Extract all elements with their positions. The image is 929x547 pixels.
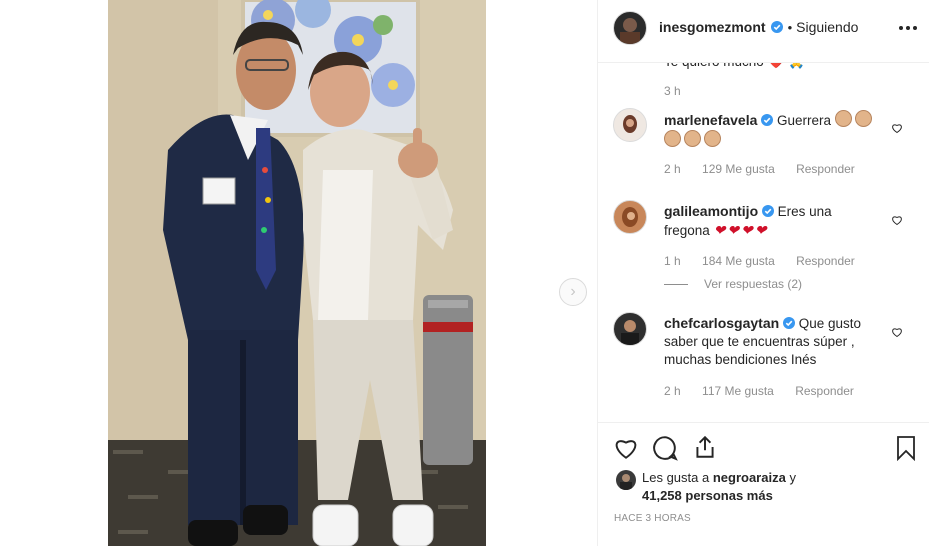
like-heart-icon[interactable] — [613, 435, 639, 461]
follow-status-button[interactable]: Siguiendo — [796, 19, 858, 35]
more-horizontal-icon — [899, 26, 917, 30]
more-options-button[interactable] — [898, 18, 918, 38]
comment-item: marlenefavela Guerrera 2 h 129 Me gusta … — [598, 102, 929, 182]
replies-divider-line — [664, 283, 688, 285]
reply-button[interactable]: Responder — [796, 162, 855, 176]
clapping-hands-icon — [834, 110, 875, 128]
post-side-panel: inesgomezmont • Siguiendo Te quiero much… — [597, 0, 929, 546]
author-avatar-image — [620, 18, 640, 44]
chevron-right-icon: › — [570, 283, 576, 300]
view-replies-button[interactable]: Ver respuestas (2) — [704, 277, 802, 291]
comment-time: 1 h — [664, 254, 681, 268]
commenter-avatar-image — [621, 320, 639, 345]
commenter-username[interactable]: chefcarlosgaytan — [664, 315, 779, 331]
liked-by-username[interactable]: negroaraiza — [713, 470, 786, 485]
comment-bubble-icon[interactable] — [652, 435, 678, 461]
liker-avatar[interactable] — [616, 470, 636, 490]
verified-badge-icon — [782, 317, 795, 329]
next-photo-button[interactable]: › — [559, 278, 587, 306]
author-avatar[interactable] — [613, 11, 647, 45]
comment-item: chefcarlosgaytan Que gusto saber que te … — [598, 306, 929, 406]
commenter-avatar[interactable] — [613, 108, 647, 142]
post-photo[interactable] — [108, 0, 486, 546]
post-actions: Les gusta a negroaraiza y 41,258 persona… — [598, 422, 929, 547]
post-photo-illustration — [108, 0, 486, 546]
heart-emoji-icon: ❤ ❤ ❤ ❤ — [713, 222, 767, 238]
liker-avatar-image — [620, 474, 632, 490]
reply-button[interactable]: Responder — [795, 384, 854, 398]
comment-item: galileamontijo Eres una fregona ❤ ❤ ❤ ❤ 1 h… — [598, 194, 929, 294]
commenter-avatar[interactable] — [613, 312, 647, 346]
post-timestamp[interactable]: HACE 3 HORAS — [614, 513, 691, 524]
clapping-hands-icon — [664, 130, 724, 148]
commenter-avatar-image — [623, 115, 637, 133]
like-comment-heart-icon[interactable] — [891, 326, 903, 338]
comment-time: 2 h — [664, 384, 681, 398]
commenter-username[interactable]: galileamontijo — [664, 203, 758, 219]
comment-time: 2 h — [664, 162, 681, 176]
bookmark-save-icon[interactable] — [894, 435, 918, 461]
comment-likes-link[interactable]: 184 Me gusta — [702, 254, 775, 268]
commenter-username[interactable]: marlenefavela — [664, 112, 757, 128]
verified-badge-icon — [770, 21, 783, 33]
verified-badge-icon — [761, 114, 774, 126]
comment-likes-link[interactable]: 129 Me gusta — [702, 162, 775, 176]
verified-badge-icon — [761, 205, 774, 217]
like-comment-heart-icon[interactable] — [891, 122, 903, 134]
commenter-avatar[interactable] — [613, 200, 647, 234]
reply-button[interactable]: Responder — [796, 254, 855, 268]
liked-by-and: y — [789, 470, 796, 485]
partial-comment-time: 3 h — [664, 84, 681, 98]
likes-count-link[interactable]: 41,258 personas más — [642, 488, 773, 503]
header-separator: • — [787, 19, 793, 35]
share-upload-icon[interactable] — [692, 434, 718, 460]
commenter-avatar-image — [622, 207, 638, 227]
liked-by-prefix: Les gusta a — [642, 470, 710, 485]
partial-comment-text: Te quiero mucho ❤️ 🙏 — [664, 62, 805, 71]
post-header: inesgomezmont • Siguiendo — [598, 0, 929, 63]
author-username[interactable]: inesgomezmont — [659, 19, 766, 35]
comment-likes-link[interactable]: 117 Me gusta — [702, 384, 774, 398]
comments-list[interactable]: Te quiero mucho ❤️ 🙏 3 h marlenefavela G… — [598, 62, 929, 422]
like-comment-heart-icon[interactable] — [891, 214, 903, 226]
comment-body: Guerrera — [776, 113, 831, 128]
